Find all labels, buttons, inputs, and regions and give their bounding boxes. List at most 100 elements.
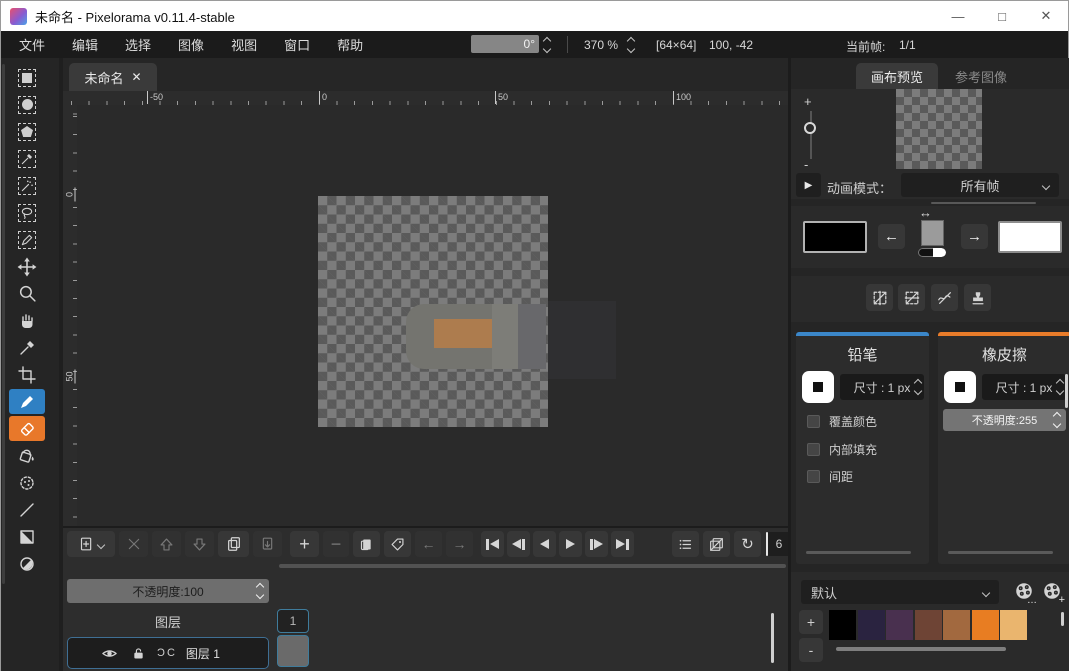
- zoom-spinner[interactable]: [628, 38, 634, 52]
- go-last-frame-button[interactable]: [611, 531, 634, 557]
- ellipse-select-tool[interactable]: [9, 92, 45, 117]
- mirror-vertical-button[interactable]: [898, 284, 925, 311]
- palette-swatch[interactable]: [829, 610, 856, 640]
- menu-select[interactable]: 选择: [125, 35, 151, 54]
- right-color-swatch[interactable]: [998, 221, 1062, 253]
- animation-mode-dropdown[interactable]: 所有帧: [901, 173, 1059, 197]
- close-button[interactable]: ✕: [1024, 1, 1068, 31]
- canvas-viewport[interactable]: [77, 105, 788, 526]
- add-layer-button[interactable]: [67, 531, 115, 557]
- pencil-size-spinner[interactable]: 尺寸 : 1 px: [840, 374, 924, 400]
- palette-swatch[interactable]: [858, 610, 885, 640]
- menu-view[interactable]: 视图: [231, 35, 257, 54]
- eraser-opacity-slider[interactable]: 不透明度:255: [943, 409, 1066, 431]
- palette-swatch[interactable]: [943, 610, 970, 640]
- layer-name[interactable]: 图层 1: [186, 645, 220, 662]
- tab-reference-images[interactable]: 参考图像: [943, 63, 1019, 89]
- dynamics-button[interactable]: [964, 284, 991, 311]
- layer-lock-icon[interactable]: [131, 646, 146, 661]
- move-layer-down-button[interactable]: [185, 531, 214, 557]
- fill-inside-option[interactable]: 内部填充: [807, 441, 877, 458]
- preview-zoom-in[interactable]: +: [804, 94, 812, 109]
- preview-play-button[interactable]: ▶: [796, 173, 821, 197]
- rotation-spinner[interactable]: [544, 38, 550, 52]
- magic-wand-tool[interactable]: [9, 173, 45, 198]
- eraser-panel-scrollbar[interactable]: [948, 551, 1053, 554]
- layer-link-icon[interactable]: ƆC: [157, 647, 177, 659]
- line-tool[interactable]: [9, 497, 45, 522]
- menu-file[interactable]: 文件: [19, 35, 45, 54]
- remove-frame-button[interactable]: −: [323, 531, 349, 557]
- fps-field[interactable]: 6: [768, 532, 790, 556]
- checkbox-icon[interactable]: [807, 415, 820, 428]
- merge-down-layer-button[interactable]: [253, 531, 282, 557]
- checkbox-icon[interactable]: [807, 443, 820, 456]
- swap-color-left-button[interactable]: ←: [878, 224, 905, 249]
- minimize-button[interactable]: —: [936, 1, 980, 31]
- left-color-swatch[interactable]: [803, 221, 867, 253]
- clone-frame-button[interactable]: [353, 531, 380, 557]
- preview-zoom-slider[interactable]: [810, 111, 812, 159]
- layer-row[interactable]: ƆC 图层 1: [67, 637, 269, 669]
- document-tab[interactable]: 未命名 ✕: [69, 63, 157, 91]
- tab-canvas-preview[interactable]: 画布预览: [856, 63, 938, 89]
- add-swatch-button[interactable]: +: [799, 610, 823, 634]
- clone-layer-button[interactable]: [218, 531, 249, 557]
- rectangle-select-tool[interactable]: [9, 65, 45, 90]
- tool-options-scrollbar[interactable]: [1065, 374, 1068, 408]
- overwrite-color-option[interactable]: 覆盖颜色: [807, 413, 877, 430]
- color-toggle-pill[interactable]: [918, 248, 946, 257]
- menu-help[interactable]: 帮助: [337, 35, 363, 54]
- exchange-colors-icon[interactable]: ↔: [919, 205, 932, 220]
- eraser-tool[interactable]: [9, 416, 45, 441]
- palette-dropdown[interactable]: 默认: [801, 580, 999, 604]
- checkbox-icon[interactable]: [807, 470, 820, 483]
- color-picker-tool[interactable]: [9, 335, 45, 360]
- go-first-frame-button[interactable]: [481, 531, 504, 557]
- pixel-perfect-button[interactable]: [931, 284, 958, 311]
- play-forward-button[interactable]: [559, 531, 582, 557]
- pencil-brush-button[interactable]: [802, 371, 834, 403]
- paint-select-tool[interactable]: [9, 227, 45, 252]
- layer-opacity-slider[interactable]: 不透明度:100: [67, 579, 269, 603]
- onion-skinning-button[interactable]: [703, 531, 730, 557]
- move-layer-up-button[interactable]: [152, 531, 181, 557]
- lasso-tool[interactable]: [9, 200, 45, 225]
- shading-tool[interactable]: [9, 470, 45, 495]
- palette-scrollbar-horizontal[interactable]: [836, 647, 1006, 651]
- remove-swatch-button[interactable]: -: [799, 638, 823, 662]
- palette-swatch[interactable]: [915, 610, 942, 640]
- maximize-button[interactable]: □: [980, 1, 1024, 31]
- polygon-select-tool[interactable]: [9, 119, 45, 144]
- swap-color-right-button[interactable]: →: [961, 224, 988, 249]
- pencil-panel-scrollbar[interactable]: [806, 551, 911, 554]
- frame-header-button[interactable]: 1: [277, 609, 309, 633]
- menu-window[interactable]: 窗口: [284, 35, 310, 54]
- preview-zoom-knob[interactable]: [804, 122, 816, 134]
- palette-swatch[interactable]: [972, 610, 999, 640]
- palette-scrollbar-vertical[interactable]: [1061, 612, 1064, 626]
- play-backwards-button[interactable]: [533, 531, 556, 557]
- timeline-scrollbar[interactable]: [279, 564, 786, 568]
- layer-visibility-icon[interactable]: [101, 645, 118, 662]
- move-frame-right-button[interactable]: →: [446, 531, 473, 557]
- ellipse-tool[interactable]: [9, 551, 45, 576]
- next-frame-button[interactable]: [585, 531, 608, 557]
- move-tool[interactable]: [9, 254, 45, 279]
- mirror-horizontal-button[interactable]: [866, 284, 893, 311]
- pencil-tool[interactable]: [9, 389, 45, 414]
- palette-swatch[interactable]: [886, 610, 913, 640]
- tab-close-icon[interactable]: ✕: [131, 70, 141, 84]
- delete-layer-button[interactable]: [119, 531, 148, 557]
- crop-tool[interactable]: [9, 362, 45, 387]
- preview-zoom-out[interactable]: -: [804, 157, 808, 172]
- palette-swatch[interactable]: [1000, 610, 1027, 640]
- spacing-option[interactable]: 间距: [807, 468, 853, 485]
- frame-tag-button[interactable]: [384, 531, 411, 557]
- menu-edit[interactable]: 编辑: [72, 35, 98, 54]
- previous-frame-button[interactable]: [507, 531, 530, 557]
- rectangle-tool[interactable]: [9, 524, 45, 549]
- layers-scrollbar[interactable]: [771, 613, 774, 663]
- new-palette-button[interactable]: +: [1039, 578, 1065, 604]
- eraser-size-spinner[interactable]: 尺寸 : 1 px: [982, 374, 1066, 400]
